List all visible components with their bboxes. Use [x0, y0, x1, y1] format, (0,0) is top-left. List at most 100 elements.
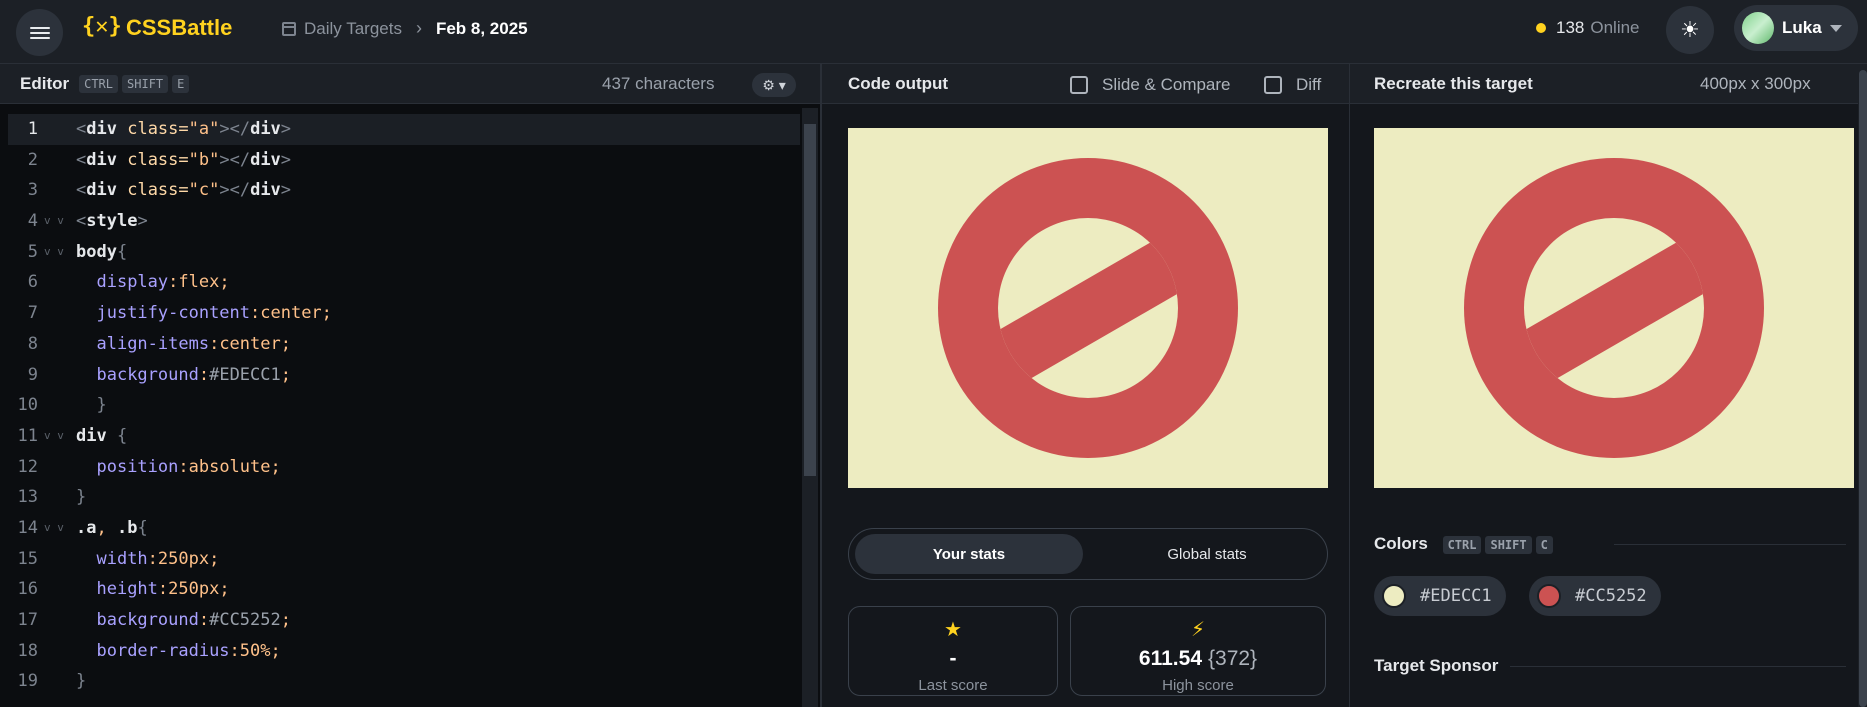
slide-compare-toggle[interactable]: Slide & Compare	[1070, 75, 1231, 95]
line-number: 12	[17, 456, 38, 477]
line-number: 3	[27, 180, 38, 201]
output-inner-circle	[998, 218, 1178, 398]
online-label: Online	[1590, 18, 1640, 37]
online-dot-icon	[1536, 23, 1546, 33]
code-editor[interactable]: 1 <div class="a"></div> 2 <div class="b"><…	[0, 114, 800, 697]
target-title: Recreate this target	[1374, 74, 1533, 93]
code-line: 5v v body{	[0, 237, 800, 268]
tab-global-stats[interactable]: Global stats	[1093, 534, 1321, 574]
line-number: 1	[27, 119, 38, 139]
line-number: 11	[17, 425, 38, 446]
line-number: 17	[17, 610, 38, 630]
high-score-chars: {372}	[1208, 647, 1258, 670]
target-canvas[interactable]	[1374, 128, 1854, 488]
swatch-chip	[1537, 584, 1561, 608]
menu-button[interactable]	[16, 9, 63, 56]
kbd-key: CTRL	[79, 74, 119, 93]
swatch-chip	[1382, 584, 1406, 608]
line-number: 10	[17, 395, 38, 416]
character-count: 437 characters	[602, 74, 715, 93]
line-number: 14	[17, 517, 38, 538]
line-number: 13	[17, 487, 38, 508]
line-number: 15	[17, 548, 38, 569]
colors-section: Colors CTRL SHIFT C	[1374, 534, 1553, 554]
line-number: 16	[17, 579, 38, 600]
output-pane: Code output Slide & Compare Diff Your st…	[820, 64, 1349, 707]
breadcrumb: Daily Targets › Feb 8, 2025	[282, 18, 528, 39]
code-line: 18 border-radius:50%;	[0, 636, 800, 667]
editor-settings-button[interactable]: ⚙ ▾	[752, 73, 796, 97]
kbd-key: CTRL	[1442, 536, 1482, 554]
code-line: 1 <div class="a"></div>	[8, 114, 800, 145]
kbd-key: C	[1535, 536, 1553, 554]
fold-marker[interactable]: v v	[44, 206, 64, 237]
editor-scrollbar[interactable]	[802, 108, 818, 707]
online-count: 138	[1556, 18, 1585, 37]
line-number: 2	[27, 149, 38, 170]
chevron-right-icon: ›	[415, 18, 422, 38]
calendar-icon	[282, 21, 296, 36]
code-line: 12 position:absolute;	[0, 452, 800, 483]
logo[interactable]: {✕} CSSBattle	[82, 14, 232, 42]
last-score-value: -	[949, 647, 957, 670]
code-line: 15 width:250px;	[0, 544, 800, 575]
sun-icon: ☀	[1680, 17, 1700, 42]
code-line: 11 v v div {	[0, 421, 800, 452]
tab-your-stats[interactable]: Your stats	[855, 534, 1083, 574]
editor-pane: Editor CTRL SHIFT E 437 characters ⚙ ▾ 1 <d…	[0, 64, 820, 707]
colors-title: Colors	[1374, 534, 1428, 553]
code-line: 13}	[0, 482, 800, 513]
diff-label: Diff	[1296, 75, 1322, 94]
code-line: 2 <div class="b"></div>	[0, 145, 800, 176]
code-line: 14 v v .a, .b{	[0, 513, 800, 544]
output-header: Code output Slide & Compare Diff	[822, 64, 1349, 104]
divider	[1614, 544, 1846, 545]
target-inner-circle	[1524, 218, 1704, 398]
logo-icon: {✕}	[82, 14, 122, 39]
breadcrumb-current-date: Feb 8, 2025	[435, 18, 528, 38]
high-score-card: ⚡ 611.54 {372} High score	[1070, 606, 1326, 696]
editor-title: Editor	[20, 73, 70, 93]
scrollbar-thumb[interactable]	[804, 124, 816, 476]
caret-down-icon	[1829, 24, 1842, 32]
last-score-card: ★ - Last score	[848, 606, 1058, 696]
star-icon: ★	[944, 619, 962, 641]
code-line: 9 background:#EDECC1;	[0, 360, 800, 391]
user-menu[interactable]: Luka	[1734, 5, 1858, 51]
code-output-canvas[interactable]	[848, 128, 1328, 488]
editor-shortcut: CTRL SHIFT E	[75, 74, 190, 93]
code-line: 4v v <style>	[0, 206, 800, 237]
code-line: 16 height:250px;	[0, 574, 800, 605]
bolt-icon: ⚡	[1190, 619, 1206, 641]
diff-toggle[interactable]: Diff	[1264, 75, 1321, 95]
theme-toggle-button[interactable]: ☀	[1666, 6, 1714, 54]
swatch-hex: #CC5252	[1575, 586, 1647, 606]
fold-marker[interactable]: v v	[44, 421, 64, 452]
kbd-key: SHIFT	[122, 74, 169, 93]
user-name: Luka	[1782, 18, 1822, 37]
code-line: 10 }	[0, 390, 800, 421]
scrollbar-thumb[interactable]	[1859, 70, 1867, 707]
slide-compare-label: Slide & Compare	[1102, 75, 1231, 94]
last-score-label: Last score	[918, 677, 988, 694]
color-swatch[interactable]: #EDECC1	[1374, 576, 1506, 616]
line-number: 4	[27, 211, 38, 232]
fold-marker[interactable]: v v	[44, 513, 64, 544]
high-score: 611.54 {372}	[1071, 647, 1325, 671]
color-swatch[interactable]: #CC5252	[1529, 576, 1661, 616]
top-bar: {✕} CSSBattle Daily Targets › Feb 8, 202…	[0, 0, 1867, 64]
line-number: 8	[27, 333, 38, 354]
fold-marker[interactable]: v v	[44, 237, 64, 268]
kbd-key: SHIFT	[1485, 536, 1532, 554]
gear-icon: ⚙ ▾	[762, 76, 786, 93]
online-status: 138 Online	[1536, 18, 1640, 38]
breadcrumb-daily-targets[interactable]: Daily Targets	[304, 19, 402, 39]
high-score-label: High score	[1162, 677, 1234, 694]
checkbox[interactable]	[1264, 76, 1282, 94]
logo-text: CSSBattle	[126, 15, 233, 40]
line-number: 6	[27, 272, 38, 293]
output-diagonal-bar	[998, 221, 1178, 398]
code-line: 17 background:#CC5252;	[0, 605, 800, 636]
target-scrollbar[interactable]	[1858, 64, 1867, 707]
checkbox[interactable]	[1070, 76, 1088, 94]
